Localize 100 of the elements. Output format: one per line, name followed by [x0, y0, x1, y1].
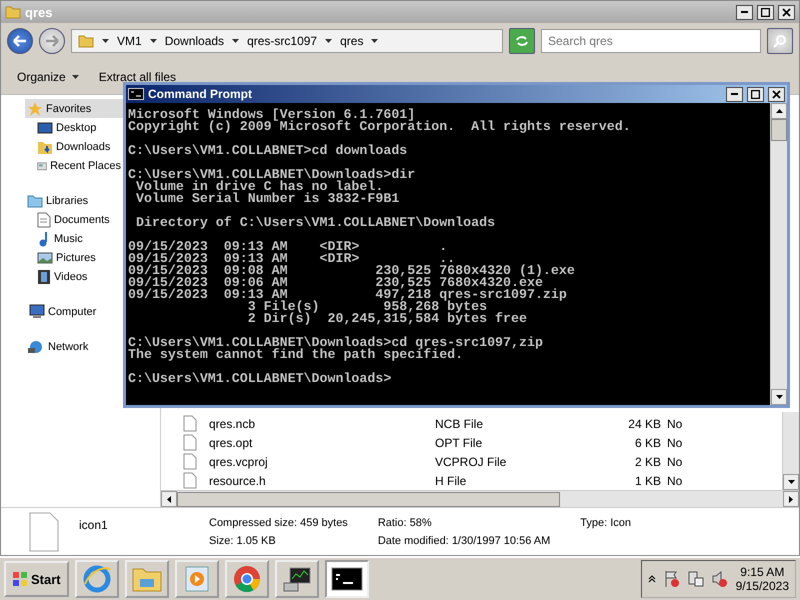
caret-icon [371, 39, 378, 43]
file-name: qres.vcproj [209, 454, 269, 468]
caret-icon [325, 39, 332, 43]
down-arrow-icon [776, 395, 782, 399]
table-cell-text: No [667, 454, 684, 468]
network-icon [27, 338, 45, 354]
flag-error-icon[interactable] [664, 570, 680, 588]
file-type: OPT File [435, 436, 484, 450]
console-line: 09/15/2023 09:13 AM <DIR> . [128, 241, 448, 253]
chevron-up-icon[interactable] [648, 575, 656, 583]
file-size: 2 KB [634, 454, 661, 468]
folder-icon [5, 5, 21, 19]
file-type: NCB File [435, 416, 484, 430]
sidebar-item[interactable]: Desktop [35, 118, 123, 137]
scroll-thumb[interactable] [177, 492, 560, 506]
file-size: 6 KB [634, 436, 661, 450]
libraries-icon [27, 194, 43, 208]
play-icon [184, 565, 210, 593]
sidebar-item[interactable]: Videos [35, 267, 123, 286]
vertical-scrollbar[interactable] [782, 412, 799, 490]
toolbar-button[interactable]: Extract all files [98, 68, 176, 86]
file-row[interactable]: qres.opt OPT File 6 KB No [161, 433, 782, 452]
maximize-button[interactable] [757, 4, 774, 20]
document-icon [37, 212, 51, 228]
forward-button[interactable] [39, 28, 65, 54]
file-name: resource.h [209, 474, 267, 488]
scroll-thumb[interactable] [771, 119, 787, 141]
file-type: H File [435, 474, 468, 488]
clock[interactable]: 9:15 AM 9/15/2023 [736, 565, 789, 593]
scroll-down-button[interactable] [783, 474, 799, 490]
scroll-up-button[interactable] [771, 103, 787, 119]
file-name: icon1 [79, 518, 109, 532]
close-button[interactable] [778, 4, 795, 20]
monitor-chart-icon [282, 565, 312, 593]
back-button[interactable] [7, 28, 33, 54]
console-line: C:\Users\VM1.COLLABNET\Downloads>cd qres-src1097,zip [128, 337, 544, 349]
breadcrumb-item[interactable]: qres [340, 34, 364, 48]
pictures-icon [37, 250, 53, 264]
film-icon [37, 268, 51, 284]
sidebar-item[interactable]: Libraries [25, 191, 123, 210]
terminal-icon [330, 567, 363, 591]
maximize-icon [761, 8, 770, 16]
sidebar-item[interactable]: Computer [25, 302, 123, 321]
minimize-button[interactable] [726, 86, 743, 102]
search-field[interactable]: Search qres [541, 29, 761, 53]
file-type: VCPROJ File [435, 454, 508, 468]
table-cell-text: No [667, 416, 684, 430]
scroll-down-button[interactable] [771, 389, 787, 405]
console-line: 09/15/2023 09:08 AM 230,525 7680x4320 (1).exe [128, 265, 576, 277]
close-icon [782, 8, 791, 16]
down-arrow-icon [788, 480, 794, 484]
detail-field: Ratio: 58% [378, 516, 550, 528]
toolbar-button[interactable]: Organize [17, 68, 79, 86]
console-line: Microsoft Windows [Version 6.1.7601] [128, 109, 416, 121]
file-row[interactable]: qres.vcproj VCPROJ File 2 KB No [161, 452, 782, 471]
close-button[interactable] [768, 86, 785, 102]
sidebar-item[interactable]: Recent Places [35, 156, 123, 175]
right-arrow-icon [789, 496, 793, 502]
left-arrow-icon [167, 496, 171, 502]
console-line: 09/15/2023 09:13 AM <DIR> .. [128, 253, 456, 265]
window-title: Command Prompt [148, 87, 254, 101]
sidebar-item[interactable]: Music [35, 229, 123, 248]
maximize-button[interactable] [747, 86, 764, 102]
horizontal-scrollbar[interactable] [161, 490, 799, 507]
breadcrumb-item[interactable]: Downloads [164, 34, 224, 48]
sidebar-item[interactable]: Network [25, 337, 123, 356]
table-cell-text: No [667, 474, 684, 488]
caret-icon [72, 74, 79, 78]
breadcrumb-item[interactable]: qres-src1097 [247, 34, 318, 48]
minimize-icon [731, 93, 738, 95]
file-row[interactable]: qres.ncb NCB File 24 KB No [161, 414, 782, 433]
scroll-left-button[interactable] [161, 491, 177, 507]
breadcrumb-item[interactable]: VM1 [117, 34, 142, 48]
taskbar-app-button[interactable] [274, 560, 319, 598]
maximize-icon [751, 90, 760, 98]
start-button[interactable]: Start [4, 561, 69, 597]
console-line: 09/15/2023 09:06 AM 230,525 7680x4320.exe [128, 277, 543, 289]
vertical-scrollbar[interactable] [770, 103, 787, 405]
minimize-button[interactable] [736, 4, 753, 20]
console-line: Volume in drive C has no label. [134, 181, 384, 193]
detail-field: Compressed size: 459 bytes [209, 516, 348, 528]
file-row[interactable]: resource.h H File 1 KB No [161, 471, 782, 490]
network-monitor-icon[interactable] [688, 570, 704, 588]
sidebar-item[interactable]: Downloads [35, 137, 123, 156]
star-icon [27, 100, 43, 116]
table-cell-text: No [667, 436, 684, 450]
caret-icon [232, 39, 240, 43]
file-size: 24 KB [627, 416, 661, 430]
search-button[interactable] [767, 28, 793, 54]
sidebar-item[interactable]: Documents [35, 210, 123, 229]
taskbar-app-button[interactable] [324, 560, 369, 598]
scroll-right-button[interactable] [783, 491, 799, 507]
refresh-button[interactable] [509, 28, 535, 54]
folder-icon [78, 34, 94, 48]
address-bar[interactable]: VM1 Downloads qres-src1097 qres [71, 29, 503, 53]
console-line: Volume Serial Number is 3832-F9B1 [134, 193, 400, 205]
speaker-muted-icon[interactable] [712, 570, 728, 588]
sidebar-item[interactable]: Favorites [25, 99, 123, 118]
sidebar-item[interactable]: Pictures [35, 248, 123, 267]
console-line: C:\Users\VM1.COLLABNET>cd downloads [128, 145, 408, 157]
